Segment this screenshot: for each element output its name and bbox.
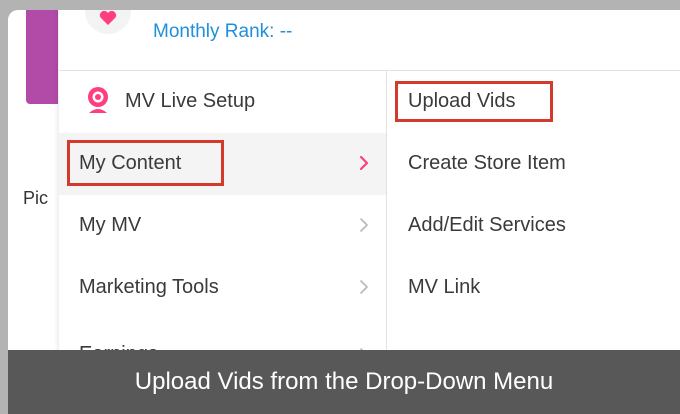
highlight-box-upload-vids [395, 81, 553, 122]
menu-item-my-mv[interactable]: My MV [59, 195, 386, 257]
webcam-icon [88, 87, 108, 113]
chevron-right-icon [359, 155, 369, 171]
caption-text: Upload Vids from the Drop-Down Menu [134, 368, 554, 395]
submenu-item-mv-link[interactable]: MV Link [387, 257, 680, 319]
submenu-item-label: MV Link [408, 276, 481, 298]
menu-item-label: My MV [79, 214, 142, 236]
menu-item-label: MV Live Setup [125, 90, 256, 112]
submenu-item-add-edit-services[interactable]: Add/Edit Services [387, 195, 680, 257]
menu-item-label: Marketing Tools [79, 276, 219, 298]
heart-icon [99, 10, 117, 25]
monthly-rank-label: Monthly Rank: -- [153, 21, 293, 42]
avatar[interactable] [85, 10, 131, 34]
submenu-item-create-store-item[interactable]: Create Store Item [387, 133, 680, 195]
page-text-fragment: Pic [23, 188, 49, 208]
chevron-right-icon [360, 218, 368, 232]
menu-item-mv-live-setup[interactable]: MV Live Setup [59, 71, 386, 133]
caption-bar: Upload Vids from the Drop-Down Menu [8, 350, 680, 414]
chevron-right-icon [360, 280, 368, 294]
submenu-item-label: Add/Edit Services [408, 214, 566, 236]
highlight-box-my-content [67, 140, 224, 186]
screenshot-frame: Pic Monthly Rank: -- MV Live Setup My Co… [0, 0, 680, 414]
submenu-item-label: Create Store Item [408, 152, 566, 174]
dropdown-header: Monthly Rank: -- [59, 10, 680, 71]
menu-item-marketing-tools[interactable]: Marketing Tools [59, 257, 386, 319]
page-area: Pic Monthly Rank: -- MV Live Setup My Co… [8, 10, 680, 414]
purple-sidebar-strip [26, 10, 58, 104]
